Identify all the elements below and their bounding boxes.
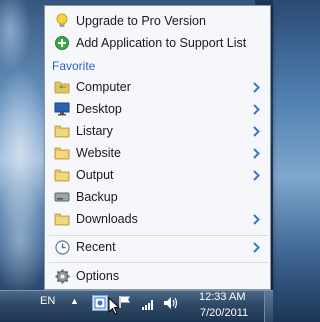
- favorite-item-backup[interactable]: Backup: [46, 186, 269, 208]
- favorite-item-computer[interactable]: Computer: [46, 76, 269, 98]
- options-item[interactable]: Options: [46, 265, 269, 287]
- add-application-item[interactable]: Add Application to Support List: [46, 32, 269, 54]
- recent-item[interactable]: Recent: [46, 236, 269, 258]
- recent-label: Recent: [76, 240, 116, 254]
- language-indicator[interactable]: EN: [40, 295, 55, 307]
- action-center-flag-icon[interactable]: [118, 295, 132, 314]
- folder-icon: [54, 211, 70, 227]
- volume-icon[interactable]: [163, 296, 179, 315]
- folder-icon: [54, 167, 70, 183]
- clock-date[interactable]: 7/20/2011: [200, 307, 248, 319]
- favorite-label: Computer: [76, 80, 131, 94]
- desktop-monitor-icon: [54, 101, 70, 117]
- upgrade-pro-item[interactable]: Upgrade to Pro Version: [46, 10, 269, 32]
- favorite-item-website[interactable]: Website: [46, 142, 269, 164]
- favorite-item-desktop[interactable]: Desktop: [46, 98, 269, 120]
- network-signal-icon[interactable]: [142, 297, 156, 315]
- clock-time[interactable]: 12:33 AM: [199, 291, 245, 303]
- add-circle-icon: [54, 35, 70, 51]
- clock-icon: [54, 239, 70, 255]
- chevron-right-icon: [251, 102, 261, 116]
- favorite-label: Backup: [76, 190, 118, 204]
- options-label: Options: [76, 269, 120, 283]
- show-hidden-icons-button[interactable]: ▲: [70, 296, 79, 306]
- taskbar: EN ▲ 12:33 AM 7/20/2011: [0, 290, 273, 322]
- folder-icon: [54, 145, 70, 161]
- chevron-right-icon: [251, 240, 261, 254]
- upgrade-label: Upgrade to Pro Version: [76, 14, 206, 28]
- menu-separator: [49, 262, 268, 263]
- show-desktop-button[interactable]: [264, 291, 273, 322]
- chevron-right-icon: [251, 212, 261, 226]
- folder-icon: [54, 123, 70, 139]
- favorite-item-listary[interactable]: Listary: [46, 120, 269, 142]
- gear-icon: [54, 268, 70, 284]
- drive-icon: [54, 189, 70, 205]
- chevron-right-icon: [251, 124, 261, 138]
- favorite-item-output[interactable]: Output: [46, 164, 269, 186]
- computer-folder-icon: [54, 79, 70, 95]
- favorite-label: Downloads: [76, 212, 138, 226]
- add-application-label: Add Application to Support List: [76, 36, 247, 50]
- favorite-item-downloads[interactable]: Downloads: [46, 208, 269, 230]
- chevron-right-icon: [251, 80, 261, 94]
- chevron-right-icon: [251, 146, 261, 160]
- favorite-label: Output: [76, 168, 114, 182]
- chevron-right-icon: [251, 168, 261, 182]
- favorite-section-title: Favorite: [52, 59, 96, 73]
- favorite-label: Desktop: [76, 102, 122, 116]
- favorite-label: Website: [76, 146, 121, 160]
- favorite-label: Listary: [76, 124, 113, 138]
- listary-popup-menu: Upgrade to Pro Version Add Application t…: [44, 5, 271, 290]
- lightbulb-icon: [54, 13, 70, 29]
- listary-tray-icon[interactable]: [92, 295, 108, 316]
